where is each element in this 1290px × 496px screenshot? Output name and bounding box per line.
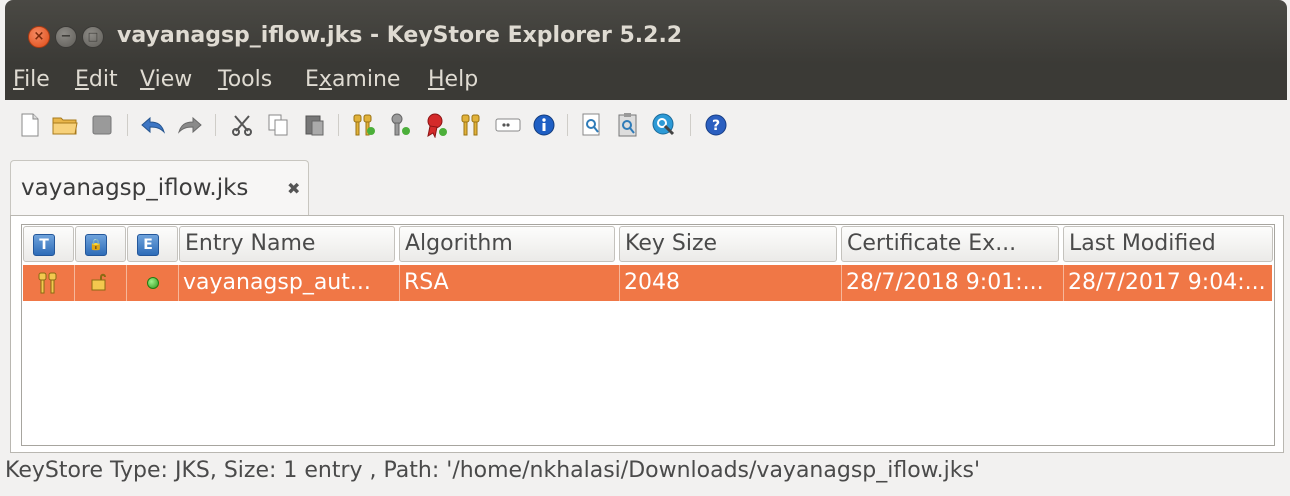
examine-file-icon[interactable] <box>579 112 605 138</box>
minimize-icon: − <box>60 29 72 44</box>
help-icon[interactable]: ? <box>703 112 729 138</box>
undo-icon[interactable] <box>140 112 166 138</box>
paste-icon[interactable] <box>301 112 327 138</box>
toolbar-separator <box>567 114 568 136</box>
copy-icon[interactable] <box>265 112 291 138</box>
cell-last-modified: 28/7/2017 9:04:... <box>1068 270 1266 295</box>
status-bar: KeyStore Type: JKS, Size: 1 entry , Path… <box>5 458 981 483</box>
generate-keypair-icon[interactable] <box>351 112 377 138</box>
generate-secret-key-icon[interactable] <box>387 112 413 138</box>
toolbar-separator <box>690 114 691 136</box>
window-title: vayanagsp_iflow.jks - KeyStore Explorer … <box>117 23 683 48</box>
menu-file[interactable]: File <box>13 67 50 92</box>
redo-icon[interactable] <box>177 112 203 138</box>
close-window-button[interactable]: × <box>28 26 50 48</box>
menu-edit[interactable]: Edit <box>75 67 118 92</box>
menu-help[interactable]: Help <box>428 67 478 92</box>
examine-ssl-icon[interactable] <box>651 112 677 138</box>
maximize-icon: □ <box>87 30 99 43</box>
tab-keystore[interactable]: vayanagsp_iflow.jks ✖ <box>10 160 309 217</box>
title-bar: × − □ vayanagsp_iflow.jks - KeyStore Exp… <box>5 0 1287 64</box>
toolbar: ? <box>5 100 1287 152</box>
column-header-certificate-expiry[interactable]: Certificate Ex... <box>841 226 1059 262</box>
key-pair-icon <box>37 271 59 300</box>
column-header-algorithm[interactable]: Algorithm <box>399 226 615 262</box>
cell-algorithm: RSA <box>404 270 449 295</box>
column-header-key-size[interactable]: Key Size <box>619 226 837 262</box>
close-icon: × <box>33 29 45 44</box>
new-icon[interactable] <box>17 112 43 138</box>
close-tab-icon[interactable]: ✖ <box>287 179 300 198</box>
open-icon[interactable] <box>52 112 78 138</box>
column-divider <box>126 265 127 301</box>
properties-icon[interactable] <box>531 112 557 138</box>
toolbar-separator <box>338 114 339 136</box>
cell-key-size: 2048 <box>624 270 680 295</box>
examine-clipboard-icon[interactable] <box>615 112 641 138</box>
import-trusted-cert-icon[interactable] <box>423 112 449 138</box>
cell-certificate-expiry: 28/7/2018 9:01:... <box>846 270 1044 295</box>
minimize-window-button[interactable]: − <box>55 26 77 48</box>
save-icon[interactable] <box>89 112 115 138</box>
type-icon: T <box>33 234 55 256</box>
set-password-icon[interactable] <box>495 112 521 138</box>
import-keypair-icon[interactable] <box>459 112 485 138</box>
cut-icon[interactable] <box>229 112 255 138</box>
tab-label: vayanagsp_iflow.jks <box>21 175 249 201</box>
unlocked-icon <box>89 271 111 298</box>
toolbar-separator <box>215 114 216 136</box>
column-divider <box>74 265 75 301</box>
menu-examine[interactable]: Examine <box>305 67 400 92</box>
svg-text:?: ? <box>712 118 720 134</box>
menu-bar: File Edit View Tools Examine Help <box>5 64 1287 100</box>
table-row[interactable]: vayanagsp_aut... RSA 2048 28/7/2018 9:01… <box>23 265 1272 301</box>
menu-tools[interactable]: Tools <box>218 67 272 92</box>
column-header-lock[interactable]: 🔒 <box>75 226 126 262</box>
valid-status-icon <box>147 277 159 289</box>
column-header-entry-name[interactable]: Entry Name <box>179 226 395 262</box>
lock-icon: 🔒 <box>85 234 107 256</box>
keystore-panel: T 🔒 E Entry Name Algorithm Key Size Cert… <box>10 215 1284 453</box>
maximize-window-button[interactable]: □ <box>82 26 104 48</box>
entries-table: T 🔒 E Entry Name Algorithm Key Size Cert… <box>21 224 1275 446</box>
expiry-icon: E <box>137 234 159 256</box>
menu-view[interactable]: View <box>140 67 192 92</box>
toolbar-separator <box>127 114 128 136</box>
cell-entry-name: vayanagsp_aut... <box>183 270 371 295</box>
column-header-type[interactable]: T <box>23 226 74 262</box>
column-header-last-modified[interactable]: Last Modified <box>1063 226 1273 262</box>
column-header-expiry[interactable]: E <box>127 226 178 262</box>
